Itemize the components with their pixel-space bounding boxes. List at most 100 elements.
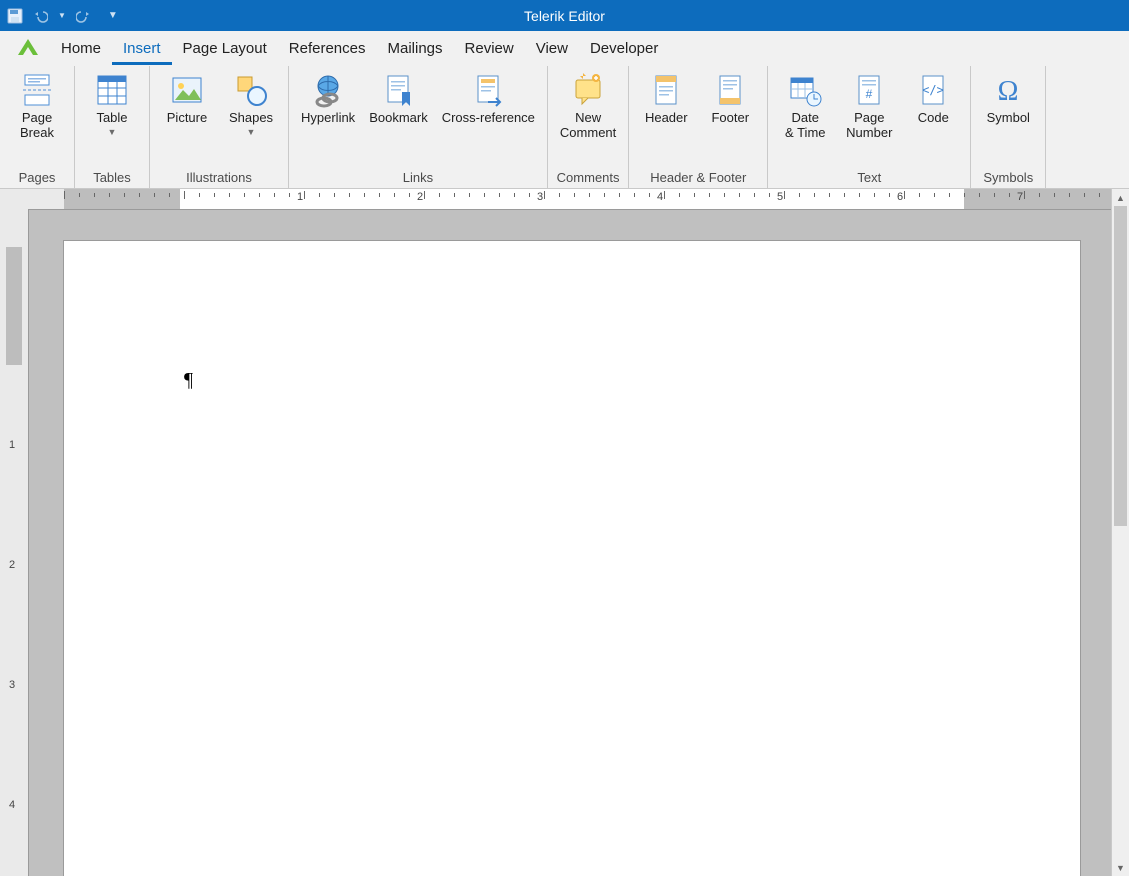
picture-label: Picture <box>167 111 207 126</box>
group-label: Symbols <box>983 168 1033 188</box>
header-label: Header <box>645 111 688 126</box>
footer-label: Footer <box>711 111 749 126</box>
cross-reference-icon <box>470 72 506 108</box>
vruler-number: 2 <box>9 559 15 571</box>
vertical-ruler[interactable]: 1 2 3 4 <box>0 209 29 876</box>
scroll-down-icon[interactable]: ▼ <box>1112 859 1129 876</box>
tab-view[interactable]: View <box>525 33 579 65</box>
shapes-label: Shapes <box>229 111 273 126</box>
ruler-number: 3 <box>537 191 543 203</box>
vruler-number: 1 <box>9 439 15 451</box>
tab-references[interactable]: References <box>278 33 377 65</box>
ribbon-group-illustrations: Picture Shapes▼ Illustrations <box>150 66 289 188</box>
table-icon <box>94 72 130 108</box>
new-comment-button[interactable]: New Comment <box>554 68 622 141</box>
tab-page-layout[interactable]: Page Layout <box>172 33 278 65</box>
group-label: Text <box>857 168 881 188</box>
code-button[interactable]: </> Code <box>902 68 964 126</box>
symbol-button[interactable]: Ω Symbol <box>977 68 1039 126</box>
footer-button[interactable]: Footer <box>699 68 761 126</box>
ribbon-group-text: Date & Time # Page Number </> Code Text <box>768 66 971 188</box>
picture-icon <box>169 72 205 108</box>
svg-text:</>: </> <box>922 83 944 97</box>
tab-review[interactable]: Review <box>454 33 525 65</box>
vertical-scrollbar[interactable]: ▲ ▼ <box>1111 189 1129 876</box>
table-button[interactable]: Table▼ <box>81 68 143 137</box>
redo-icon[interactable] <box>74 7 92 25</box>
group-label: Links <box>403 168 433 188</box>
page-number-label: Page Number <box>846 111 892 141</box>
tab-developer[interactable]: Developer <box>579 33 669 65</box>
picture-button[interactable]: Picture <box>156 68 218 126</box>
code-icon: </> <box>915 72 951 108</box>
symbol-icon: Ω <box>990 72 1026 108</box>
new-comment-icon <box>570 72 606 108</box>
paragraph-mark-icon: ¶ <box>184 369 193 392</box>
bookmark-button[interactable]: Bookmark <box>363 68 434 126</box>
ruler-corner <box>0 189 29 210</box>
hyperlink-button[interactable]: Hyperlink <box>295 68 361 126</box>
date-time-label: Date & Time <box>785 111 825 141</box>
hyperlink-icon <box>310 72 346 108</box>
ruler-number: 7 <box>1017 191 1023 203</box>
group-label: Illustrations <box>186 168 252 188</box>
ruler-number: 1 <box>297 191 303 203</box>
ribbon-tab-row: HomeInsertPage LayoutReferencesMailingsR… <box>0 31 1129 66</box>
ruler-number: 2 <box>417 191 423 203</box>
hyperlink-label: Hyperlink <box>301 111 355 126</box>
tab-home[interactable]: Home <box>50 33 112 65</box>
tab-insert[interactable]: Insert <box>112 33 172 65</box>
cross-reference-button[interactable]: Cross-reference <box>436 68 541 126</box>
group-label: Header & Footer <box>650 168 746 188</box>
page-number-icon: # <box>851 72 887 108</box>
shapes-dropdown-icon[interactable]: ▼ <box>247 127 256 137</box>
ribbon-group-comments: New Comment Comments <box>548 66 629 188</box>
symbol-label: Symbol <box>987 111 1030 126</box>
svg-text:Ω: Ω <box>998 76 1019 107</box>
cross-reference-label: Cross-reference <box>442 111 535 126</box>
title-bar: ▼ ▼ Telerik Editor <box>0 0 1129 31</box>
code-label: Code <box>918 111 949 126</box>
ruler-number: 5 <box>777 191 783 203</box>
page-break-icon <box>19 72 55 108</box>
header-icon <box>648 72 684 108</box>
save-icon[interactable] <box>6 7 24 25</box>
qat-customize-icon[interactable]: ▼ <box>108 10 118 21</box>
tab-mailings[interactable]: Mailings <box>377 33 454 65</box>
bookmark-label: Bookmark <box>369 111 428 126</box>
scrollbar-thumb[interactable] <box>1114 206 1127 526</box>
page-number-button[interactable]: # Page Number <box>838 68 900 141</box>
document-area: 1 2 3 4 5 6 7 1 2 3 4 ¶ ▲ ▼ <box>0 189 1129 876</box>
ribbon: HomeInsertPage LayoutReferencesMailingsR… <box>0 31 1129 189</box>
group-label: Comments <box>557 168 620 188</box>
header-button[interactable]: Header <box>635 68 697 126</box>
group-label: Pages <box>19 168 56 188</box>
page-break-label: Page Break <box>20 111 54 141</box>
page-break-button[interactable]: Page Break <box>6 68 68 141</box>
app-button[interactable] <box>6 31 50 65</box>
footer-icon <box>712 72 748 108</box>
date-time-icon <box>787 72 823 108</box>
table-label: Table <box>96 111 127 126</box>
vruler-number: 3 <box>9 679 15 691</box>
ribbon-group-header-footer: Header Footer Header & Footer <box>629 66 768 188</box>
date-time-button[interactable]: Date & Time <box>774 68 836 141</box>
ribbon-group-pages: Page Break Pages <box>0 66 75 188</box>
new-comment-label: New Comment <box>560 111 616 141</box>
vruler-number: 4 <box>9 799 15 811</box>
ruler-number: 6 <box>897 191 903 203</box>
shapes-icon <box>233 72 269 108</box>
svg-text:#: # <box>866 87 873 101</box>
undo-dropdown-icon[interactable]: ▼ <box>58 11 66 20</box>
horizontal-ruler[interactable]: 1 2 3 4 5 6 7 <box>28 189 1112 210</box>
shapes-button[interactable]: Shapes▼ <box>220 68 282 137</box>
document-page[interactable]: ¶ <box>64 241 1080 876</box>
scroll-up-icon[interactable]: ▲ <box>1112 189 1129 206</box>
ruler-number: 4 <box>657 191 663 203</box>
ribbon-group-symbols: Ω Symbol Symbols <box>971 66 1046 188</box>
ribbon-group-links: Hyperlink Bookmark Cross-reference Links <box>289 66 548 188</box>
undo-icon[interactable] <box>32 7 50 25</box>
ribbon-groups: Page BreakPagesTable▼TablesPictureShapes… <box>0 66 1129 189</box>
group-label: Tables <box>93 168 131 188</box>
table-dropdown-icon[interactable]: ▼ <box>108 127 117 137</box>
